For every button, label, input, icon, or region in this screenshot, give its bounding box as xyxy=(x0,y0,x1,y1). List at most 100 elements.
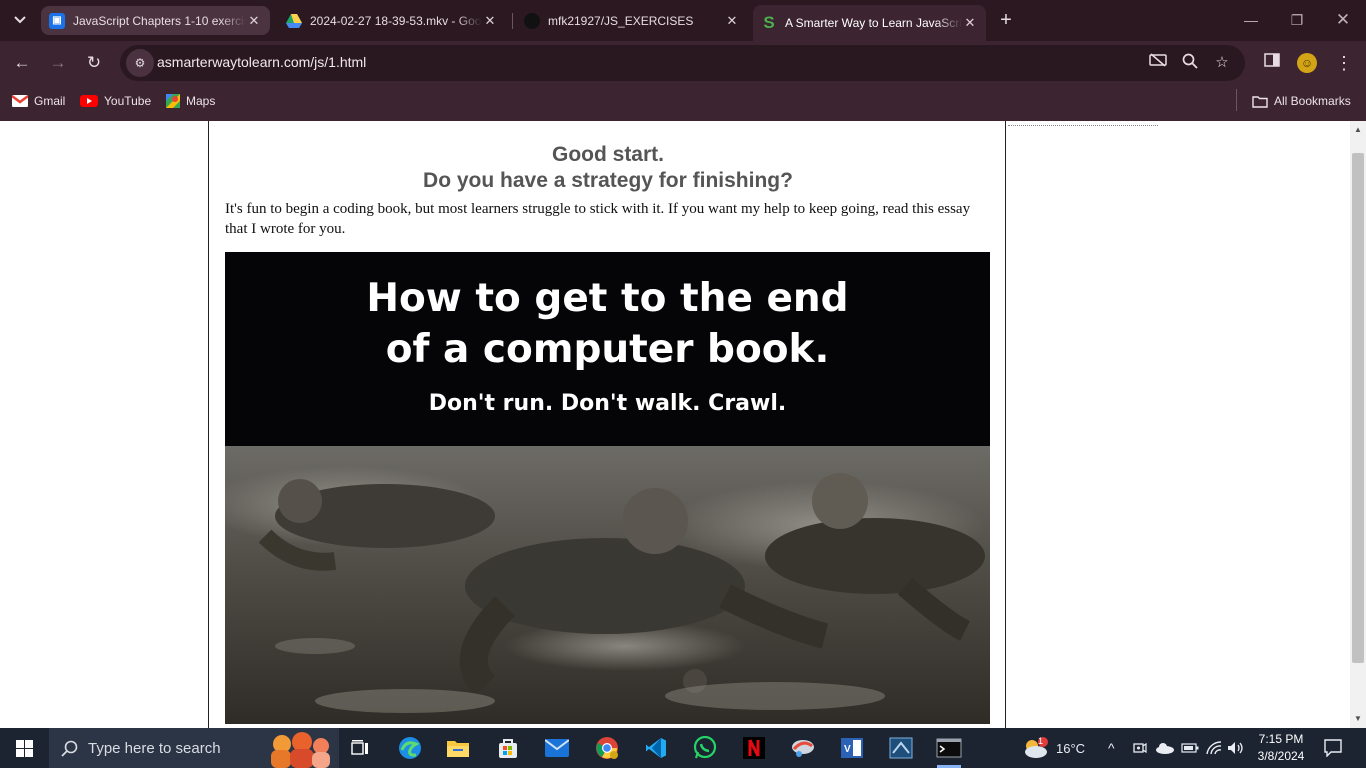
notification-icon xyxy=(1324,739,1342,757)
maps-icon xyxy=(166,94,180,108)
windows-logo-icon xyxy=(16,740,33,757)
clock-date: 3/8/2024 xyxy=(1257,749,1305,763)
more-vert-icon: ⋮ xyxy=(1335,53,1353,73)
start-button[interactable] xyxy=(0,728,48,768)
meet-now-icon[interactable] xyxy=(1133,728,1147,768)
smarter-way-icon: S xyxy=(763,13,775,32)
heading-good-start: Good start. xyxy=(551,143,664,166)
taskbar-visual-studio[interactable]: V xyxy=(832,732,872,764)
task-view-button[interactable] xyxy=(340,732,380,764)
url-text[interactable]: asmarterwaytolearn.com/js/1.html xyxy=(157,54,366,70)
tab-separator xyxy=(512,13,513,29)
bookmark-label: Gmail xyxy=(34,94,66,108)
terminal-icon xyxy=(936,738,962,758)
tab-search-button[interactable] xyxy=(6,6,34,34)
edge-icon xyxy=(399,737,421,759)
bookmark-gmail[interactable]: Gmail xyxy=(12,92,65,110)
zoom-icon[interactable] xyxy=(1180,53,1200,73)
close-tab-icon[interactable]: ✕ xyxy=(724,13,740,29)
bookmark-label: YouTube xyxy=(104,94,152,108)
camera-blocked-icon[interactable] xyxy=(1148,53,1168,73)
svg-text:V: V xyxy=(844,744,851,755)
profile-avatar[interactable]: ☺ xyxy=(1297,53,1317,73)
weather-widget[interactable]: 1 16°C xyxy=(1022,728,1085,768)
essay-banner-image[interactable]: How to get to the end of a computer book… xyxy=(225,252,990,724)
gmail-icon xyxy=(12,95,28,107)
dotted-divider xyxy=(1008,125,1158,126)
reload-button[interactable]: ↻ xyxy=(80,49,108,77)
taskbar-sql-tool[interactable] xyxy=(881,732,921,764)
bookmark-youtube[interactable]: YouTube xyxy=(80,92,151,110)
show-hidden-icons-button[interactable]: ^ xyxy=(1108,728,1115,768)
taskbar-netflix[interactable] xyxy=(734,732,774,764)
reload-icon: ↻ xyxy=(86,53,102,72)
scroll-down-icon[interactable]: ▼ xyxy=(1350,712,1366,726)
tab-strip: ▣ JavaScript Chapters 1-10 exercises ✕ 2… xyxy=(0,0,1366,41)
tab-github[interactable]: mfk21927/JS_EXERCISES ✕ xyxy=(516,6,748,35)
site-info-icon[interactable]: ⚙ xyxy=(126,49,154,77)
whatsapp-icon xyxy=(693,736,717,759)
bookmark-maps[interactable]: Maps xyxy=(166,92,215,110)
taskbar-terminal[interactable] xyxy=(929,732,969,764)
banner-title-line2: of a computer book. xyxy=(385,327,830,372)
taskbar-app-gradient[interactable] xyxy=(783,732,823,764)
taskbar-edge[interactable] xyxy=(390,732,430,764)
system-clock[interactable]: 7:15 PM 3/8/2024 xyxy=(1248,731,1314,765)
store-icon xyxy=(499,739,517,758)
arrow-right-icon: → xyxy=(49,53,67,72)
forward-button[interactable]: → xyxy=(44,49,72,77)
close-window-button[interactable]: ✕ xyxy=(1320,0,1366,40)
minimize-button[interactable]: — xyxy=(1228,0,1274,40)
side-panel-icon xyxy=(1264,53,1280,67)
restore-button[interactable]: ❐ xyxy=(1274,0,1320,40)
clock-time: 7:15 PM xyxy=(1258,732,1304,746)
tab-smarter-way[interactable]: S A Smarter Way to Learn JavaScript ✕ xyxy=(753,5,986,41)
app-icon xyxy=(792,740,814,757)
volume-icon[interactable] xyxy=(1227,728,1245,768)
taskbar-chrome[interactable] xyxy=(587,732,627,764)
netflix-icon xyxy=(743,737,765,759)
close-tab-icon[interactable]: ✕ xyxy=(482,13,498,29)
tab-drive[interactable]: 2024-02-27 18-39-53.mkv - Google Drive ✕ xyxy=(278,6,506,35)
vscode-icon xyxy=(646,738,666,758)
scrollbar-thumb[interactable] xyxy=(1352,153,1364,663)
new-tab-button[interactable]: + xyxy=(994,8,1018,32)
browser-chrome: ▣ JavaScript Chapters 1-10 exercises ✕ 2… xyxy=(0,0,1366,121)
battery-icon[interactable] xyxy=(1181,728,1199,768)
content-column: Good start. Do you have a strategy for f… xyxy=(208,121,1006,728)
taskbar-store[interactable] xyxy=(488,732,528,764)
notification-center-button[interactable] xyxy=(1324,728,1342,768)
bookmark-star-icon[interactable]: ☆ xyxy=(1212,53,1232,73)
weather-temp: 16°C xyxy=(1056,740,1086,756)
heading-strategy: Do you have a strategy for finishing? xyxy=(423,169,793,192)
banner-title-line1: How to get to the end xyxy=(366,276,849,321)
address-bar[interactable]: ⚙ asmarterwaytolearn.com/js/1.html ☆ xyxy=(120,45,1245,81)
taskbar-mail[interactable] xyxy=(537,732,577,764)
onedrive-icon[interactable] xyxy=(1155,728,1175,768)
side-panel-button[interactable] xyxy=(1258,49,1286,77)
mud-crawl-photo xyxy=(225,446,990,724)
weather-badge: 1 xyxy=(1038,736,1044,746)
search-icon xyxy=(61,740,78,757)
page-viewport: Good start. Do you have a strategy for f… xyxy=(0,121,1350,728)
search-placeholder: Type here to search xyxy=(88,740,221,757)
taskbar-search[interactable]: Type here to search xyxy=(49,728,339,768)
taskbar-file-explorer[interactable] xyxy=(438,732,478,764)
taskbar-vscode[interactable] xyxy=(636,732,676,764)
scroll-up-icon[interactable]: ▲ xyxy=(1350,123,1366,137)
back-button[interactable]: ← xyxy=(8,49,36,77)
menu-button[interactable]: ⋮ xyxy=(1330,49,1358,77)
tab-classroom[interactable]: ▣ JavaScript Chapters 1-10 exercises ✕ xyxy=(41,6,270,35)
youtube-icon xyxy=(80,95,98,107)
wifi-icon[interactable] xyxy=(1205,728,1223,768)
tab-title: 2024-02-27 18-39-53.mkv - Google Drive xyxy=(310,13,482,28)
all-bookmarks-button[interactable]: All Bookmarks xyxy=(1252,92,1351,110)
mail-icon xyxy=(545,739,569,757)
chevron-down-icon xyxy=(14,16,26,24)
close-tab-icon[interactable]: ✕ xyxy=(246,13,262,29)
taskbar-whatsapp[interactable] xyxy=(685,732,725,764)
arrow-left-icon: ← xyxy=(13,53,31,72)
page-scrollbar[interactable]: ▲ ▼ xyxy=(1350,121,1366,728)
bookmark-divider xyxy=(1236,89,1237,111)
close-tab-icon[interactable]: ✕ xyxy=(962,15,978,31)
